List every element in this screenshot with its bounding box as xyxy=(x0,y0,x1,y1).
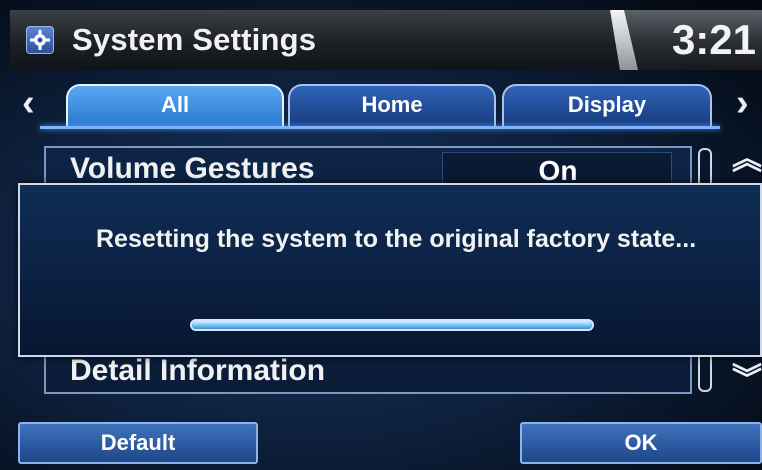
tab-all[interactable]: All xyxy=(66,84,284,126)
progress-bar xyxy=(190,319,594,331)
screen: System Settings 3:21 ‹ All Home Display … xyxy=(0,0,762,470)
clock-area: 3:21 xyxy=(624,10,762,70)
list-item-volume-gestures[interactable]: Volume Gestures xyxy=(70,152,315,186)
page-title: System Settings xyxy=(72,22,317,57)
ok-button[interactable]: OK xyxy=(520,422,762,464)
header-bar: System Settings 3:21 xyxy=(10,10,762,70)
list-item-detail-information[interactable]: Detail Information xyxy=(70,354,325,388)
header-title-area: System Settings xyxy=(10,10,620,70)
tab-bar: ‹ All Home Display › xyxy=(0,78,762,132)
tab-display[interactable]: Display xyxy=(502,84,712,126)
dialog-message: Resetting the system to the original fac… xyxy=(96,225,697,253)
gear-icon xyxy=(26,26,54,54)
progress-fill xyxy=(192,321,592,329)
clock: 3:21 xyxy=(671,16,756,63)
default-button[interactable]: Default xyxy=(18,422,258,464)
chevron-down-icon[interactable]: ︾ xyxy=(732,365,762,395)
reset-dialog: Resetting the system to the original fac… xyxy=(18,183,762,357)
tab-home[interactable]: Home xyxy=(288,84,496,126)
chevron-up-icon[interactable]: ︽ xyxy=(732,145,762,175)
chevron-right-icon[interactable]: › xyxy=(736,82,749,125)
tab-underline xyxy=(40,126,720,129)
chevron-left-icon[interactable]: ‹ xyxy=(22,82,35,125)
